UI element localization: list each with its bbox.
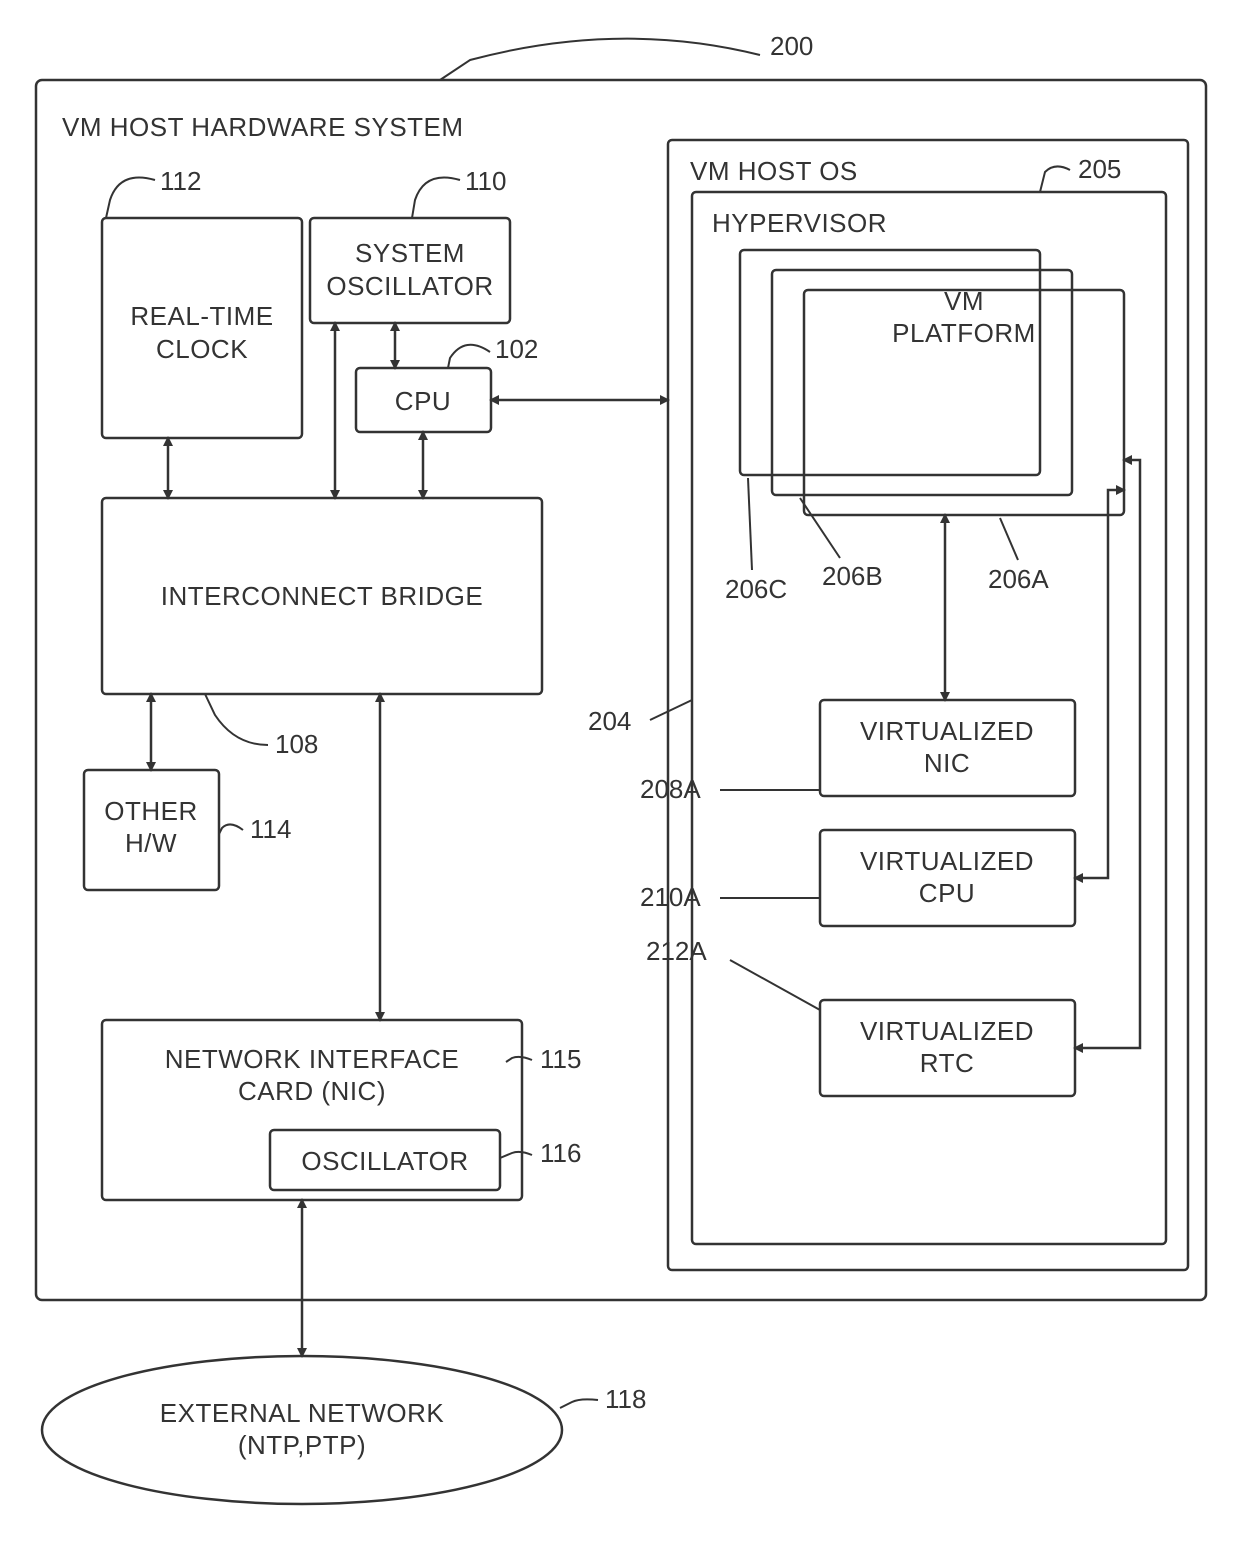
vmhostos-box (668, 140, 1188, 1270)
cpu-label: CPU (395, 386, 451, 416)
vnic-l2: NIC (924, 748, 970, 778)
vmplat-206b (772, 270, 1072, 495)
sysosc-l1: SYSTEM (355, 238, 465, 268)
ref-116: 116 (540, 1138, 581, 1168)
ref-208a: 208A (640, 774, 701, 804)
ref-212a: 212A (646, 936, 707, 966)
ref-110: 110 (465, 166, 506, 196)
nic-l1: NETWORK INTERFACE (165, 1044, 460, 1074)
ref-200: 200 (770, 31, 813, 61)
rtc-l2: CLOCK (156, 334, 248, 364)
otherhw-l1: OTHER (104, 796, 198, 826)
vmplat-l2: PLATFORM (892, 318, 1036, 348)
vcpu-l2: CPU (919, 878, 975, 908)
ref-108: 108 (275, 729, 318, 759)
ref-210a: 210A (640, 882, 701, 912)
ref-115: 115 (540, 1044, 581, 1074)
ref-204: 204 (588, 706, 631, 736)
ref-112: 112 (160, 166, 201, 196)
ref-102: 102 (495, 334, 538, 364)
vmplat-206c (740, 250, 1040, 475)
hw-system-box (36, 80, 1206, 1300)
nic-osc-label: OSCILLATOR (301, 1146, 468, 1176)
ref-206c: 206C (725, 574, 787, 604)
hypervisor-title: HYPERVISOR (712, 208, 887, 238)
ref-206a: 206A (988, 564, 1049, 594)
vrtc-l2: RTC (920, 1048, 974, 1078)
bridge-label: INTERCONNECT BRIDGE (161, 581, 484, 611)
otherhw-l2: H/W (125, 828, 177, 858)
ref-118: 118 (605, 1384, 646, 1414)
ext-l1: EXTERNAL NETWORK (160, 1398, 445, 1428)
rtc-l1: REAL-TIME (130, 301, 273, 331)
ref-114: 114 (250, 814, 291, 844)
vcpu-l1: VIRTUALIZED (860, 846, 1034, 876)
ext-l2: (NTP,PTP) (238, 1430, 366, 1460)
vnic-l1: VIRTUALIZED (860, 716, 1034, 746)
vmhostos-title: VM HOST OS (690, 156, 858, 186)
vmplat-l1: VM (944, 286, 984, 316)
hw-system-title: VM HOST HARDWARE SYSTEM (62, 112, 464, 142)
vrtc-l1: VIRTUALIZED (860, 1016, 1034, 1046)
ref-206b: 206B (822, 561, 883, 591)
ref-205: 205 (1078, 154, 1121, 184)
sysosc-l2: OSCILLATOR (326, 271, 493, 301)
nic-l2: CARD (NIC) (238, 1076, 386, 1106)
